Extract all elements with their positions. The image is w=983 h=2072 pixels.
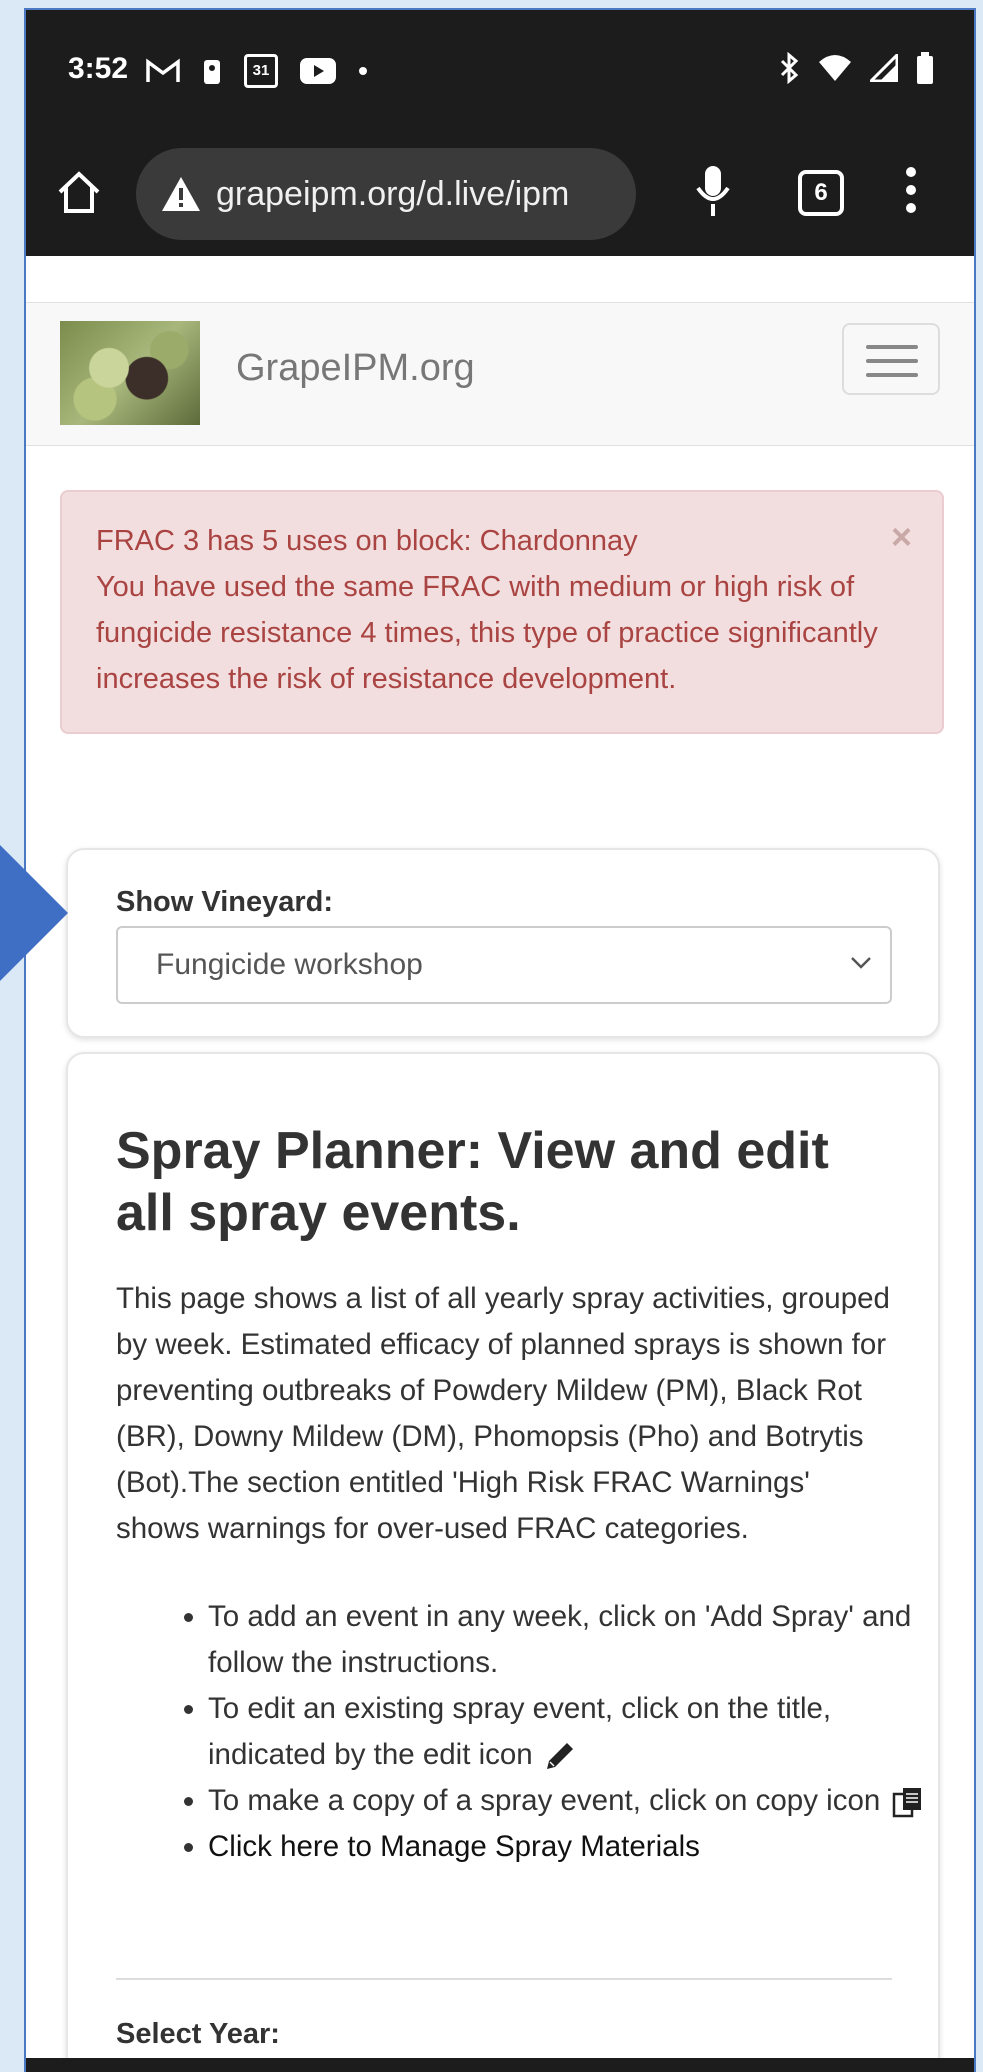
calendar-icon: 31 bbox=[244, 54, 278, 88]
vineyard-select[interactable]: Fungicide workshop bbox=[116, 926, 892, 1004]
notification-icon bbox=[204, 60, 220, 84]
menu-bar-icon bbox=[866, 345, 918, 349]
more-options-icon[interactable] bbox=[904, 166, 918, 214]
bullet-edit-text: To edit an existing spray event, click o… bbox=[208, 1692, 832, 1771]
bullet-add-text: To add an event in any week, click on 'A… bbox=[208, 1600, 912, 1679]
planner-description: This page shows a list of all yearly spr… bbox=[116, 1282, 890, 1545]
status-right-icons bbox=[778, 52, 934, 84]
list-item-copy: To make a copy of a spray event, click o… bbox=[208, 1778, 928, 1824]
dot-icon bbox=[359, 67, 367, 75]
wifi-icon bbox=[819, 55, 851, 81]
home-icon[interactable] bbox=[56, 170, 102, 214]
url-text[interactable]: grapeipm.org/d.live/ipm bbox=[216, 175, 569, 214]
site-brand[interactable]: GrapeIPM.org bbox=[236, 347, 475, 390]
alert-line-1: FRAC 3 has 5 uses on block: Chardonnay bbox=[96, 525, 638, 557]
close-icon[interactable]: × bbox=[891, 514, 912, 560]
vineyard-selected-value: Fungicide workshop bbox=[156, 948, 423, 981]
signal-icon bbox=[870, 54, 898, 82]
tab-switcher-button[interactable]: 6 bbox=[798, 170, 844, 216]
spray-planner-card: Spray Planner: View and edit all spray e… bbox=[66, 1052, 940, 2072]
status-bar: 3:52 31 bbox=[26, 10, 974, 128]
vineyard-card: Show Vineyard: Fungicide workshop bbox=[66, 848, 940, 1038]
browser-toolbar: grapeipm.org/d.live/ipm 6 bbox=[26, 128, 974, 256]
instructions-list: To add an event in any week, click on 'A… bbox=[156, 1594, 928, 1870]
phone-screen: 3:52 31 grapeipm.org/d.live/ipm 6 GrapeI… bbox=[24, 8, 976, 2072]
address-bar[interactable]: grapeipm.org/d.live/ipm bbox=[136, 148, 636, 240]
gmail-icon bbox=[146, 58, 180, 82]
status-time: 3:52 bbox=[68, 52, 129, 85]
warning-icon[interactable] bbox=[160, 175, 202, 213]
edit-pencil-icon bbox=[546, 1743, 573, 1770]
site-logo[interactable] bbox=[60, 321, 200, 425]
list-item-add: To add an event in any week, click on 'A… bbox=[208, 1594, 928, 1686]
youtube-icon bbox=[300, 58, 336, 84]
bullet-copy-text: To make a copy of a spray event, click o… bbox=[208, 1784, 881, 1817]
list-item-manage: Click here to Manage Spray Materials bbox=[208, 1824, 928, 1870]
site-navbar: GrapeIPM.org bbox=[26, 302, 974, 446]
microphone-icon[interactable] bbox=[694, 164, 732, 218]
list-item-edit: To edit an existing spray event, click o… bbox=[208, 1686, 928, 1778]
chevron-down-icon bbox=[851, 957, 871, 969]
copy-document-icon bbox=[893, 1788, 922, 1818]
page-title: Spray Planner: View and edit all spray e… bbox=[116, 1122, 829, 1242]
battery-icon bbox=[917, 52, 933, 84]
frac-warning-alert: × FRAC 3 has 5 uses on block: Chardonnay… bbox=[60, 490, 944, 734]
menu-toggle-button[interactable] bbox=[842, 323, 940, 395]
bluetooth-icon bbox=[780, 52, 799, 84]
menu-bar-icon bbox=[866, 359, 918, 363]
vineyard-label: Show Vineyard: bbox=[116, 886, 334, 918]
system-nav-bar bbox=[26, 2058, 974, 2072]
year-label: Select Year: bbox=[116, 2018, 280, 2050]
manage-materials-link[interactable]: Click here to Manage Spray Materials bbox=[208, 1830, 700, 1863]
callout-arrow bbox=[0, 845, 68, 981]
divider bbox=[116, 1978, 892, 1980]
alert-line-2: You have used the same FRAC with medium … bbox=[96, 571, 878, 695]
status-left-icons: 31 bbox=[146, 54, 368, 88]
menu-bar-icon bbox=[866, 373, 918, 377]
